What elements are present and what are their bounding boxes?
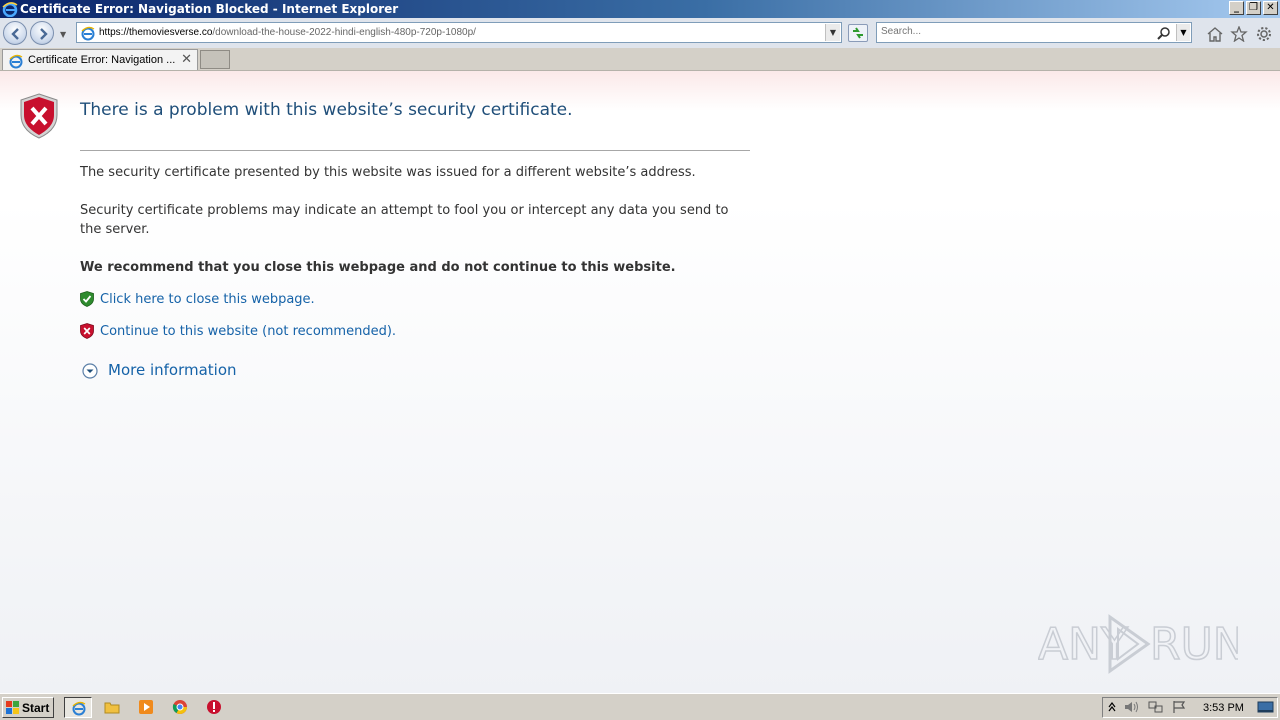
svg-text:RUN: RUN [1150,619,1238,670]
tray-expand-icon[interactable] [1107,700,1117,714]
navigation-bar: ▼ https://themoviesverse.co/download-the… [0,18,1280,48]
taskbar-ie-button[interactable] [64,697,92,718]
red-alert-icon [207,700,221,714]
url-path: /download-the-house-2022-hindi-english-4… [212,27,476,38]
network-icon[interactable] [1147,700,1165,714]
folder-icon [104,702,120,714]
search-dropdown-icon[interactable]: ▼ [1176,24,1190,41]
window-title: Certificate Error: Navigation Blocked - … [20,2,399,16]
forward-arrow-icon [40,28,48,40]
taskbar-alert-app-button[interactable] [200,697,228,718]
restore-button[interactable]: ❐ [1246,1,1261,15]
refresh-icon [853,27,863,39]
recommendation-text: We recommend that you close this webpage… [80,260,676,275]
media-player-icon [139,700,153,714]
page-content: There is a problem with this website’s s… [0,71,1280,693]
ie-tab-icon [9,54,23,69]
start-button[interactable]: Start [2,697,54,718]
tab-certificate-error[interactable]: Certificate Error: Navigation ... ✕ [2,49,198,70]
minimize-button[interactable]: _ [1229,1,1244,15]
favorites-star-icon[interactable] [1230,26,1248,42]
gear-icon[interactable] [1255,26,1273,42]
taskbar-media-player-button[interactable] [132,697,160,718]
start-label: Start [22,701,50,715]
ie-taskbar-icon [72,701,86,716]
search-input[interactable] [881,26,1151,37]
tab-bar: Certificate Error: Navigation ... ✕ [0,48,1280,71]
anyrun-watermark-logo: ANY RUN [1038,614,1238,674]
tab-close-icon[interactable]: ✕ [181,52,192,67]
home-icon[interactable] [1206,26,1224,42]
back-button[interactable] [3,21,27,45]
history-dropdown-icon[interactable]: ▼ [60,30,66,39]
system-tray: 3:53 PM [1102,697,1278,718]
more-information-label: More information [108,361,237,379]
green-shield-icon [80,291,94,307]
volume-icon[interactable] [1123,700,1141,714]
divider [80,150,750,151]
taskbar-explorer-button[interactable] [98,697,126,718]
window-title-bar: Certificate Error: Navigation Blocked - … [0,0,1280,18]
address-dropdown-icon[interactable]: ▼ [825,24,840,41]
security-warning-text: Security certificate problems may indica… [80,203,729,237]
certificate-mismatch-text: The security certificate presented by th… [80,165,696,180]
taskbar: Start 3:53 PM [0,693,1280,720]
windows-flag-icon [6,701,19,714]
close-window-button[interactable]: ✕ [1263,1,1278,15]
close-webpage-link[interactable]: Click here to close this webpage. [100,292,315,307]
back-arrow-icon [11,28,19,40]
security-warning-shield-icon [20,93,58,139]
red-shield-icon [80,323,94,339]
address-bar[interactable]: https://themoviesverse.co/download-the-h… [76,22,842,43]
page-title: There is a problem with this website’s s… [80,100,573,120]
search-box[interactable]: ▼ [876,22,1192,43]
refresh-button[interactable] [848,24,868,42]
action-center-flag-icon[interactable] [1171,700,1189,714]
show-desktop-icon[interactable] [1257,700,1275,714]
new-tab-button[interactable] [200,50,230,69]
url-text[interactable]: https://themoviesverse.co/download-the-h… [99,27,476,38]
search-icon[interactable] [1157,26,1171,40]
expand-chevron-icon [82,363,98,379]
forward-button[interactable] [30,21,54,45]
ie-logo-icon [2,2,18,17]
ie-page-icon [81,26,95,41]
tab-label: Certificate Error: Navigation ... [28,54,176,66]
chrome-icon [172,700,187,714]
url-host: https://themoviesverse.co [99,27,213,38]
system-clock[interactable]: 3:53 PM [1203,702,1244,714]
taskbar-chrome-button[interactable] [166,697,194,718]
continue-to-website-link[interactable]: Continue to this website (not recommende… [100,324,396,339]
svg-text:ANY: ANY [1038,619,1128,670]
